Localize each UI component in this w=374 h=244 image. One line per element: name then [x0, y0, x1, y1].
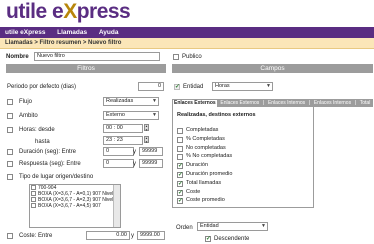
periodo-input[interactable]: 0 [138, 82, 164, 91]
tipo-lugar-label: Tipo de lugar origen/destino [19, 174, 94, 180]
list-item-checkbox[interactable] [31, 197, 36, 202]
orden-label: Orden [176, 225, 193, 231]
ambito-label: Ambito [19, 113, 38, 119]
publico-checkbox[interactable] [173, 54, 179, 60]
orden-select[interactable]: Entidad ▼ [197, 222, 268, 231]
menu-bar: utile eXpress Llamadas Ayuda [0, 27, 374, 38]
app-logo: utile eXpress [6, 0, 131, 23]
duracion-min-input[interactable]: 0 [103, 147, 134, 156]
chevron-down-icon: ▼ [152, 112, 157, 118]
field-checkbox[interactable] [177, 162, 183, 170]
respuesta-y-label: y [133, 161, 136, 167]
campos-panel: Realizadas, destinos externos Completada… [172, 107, 314, 208]
list-item[interactable]: BOXA (X=3,6,7 - A=4,5) 907 [30, 203, 120, 209]
tab-enlaces-externos-1[interactable]: Enlaces Externos [172, 99, 218, 107]
field-checkbox[interactable] [177, 136, 183, 143]
field-label: Duración promedio [186, 171, 233, 177]
horas-hasta-spinner[interactable]: ▲ ▼ [144, 136, 149, 143]
field-checkbox[interactable] [177, 189, 183, 196]
tab-enlaces-internos-2[interactable]: Enlaces Internos [313, 99, 352, 107]
respuesta-label: Respuesta (seg): Entre [19, 161, 81, 167]
chevron-down-icon: ▼ [152, 98, 157, 104]
coste-min-input[interactable]: 0.00 [86, 231, 130, 240]
entidad-checkbox [174, 83, 180, 90]
nombre-input[interactable]: Nuevo filtro [34, 52, 160, 61]
duracion-max-input[interactable]: 99999 [139, 147, 163, 156]
field-label: No completadas [186, 144, 226, 151]
horas-desde-spinner[interactable]: ▲ ▼ [144, 124, 149, 131]
menu-item-utile-express[interactable]: utile eXpress [5, 29, 45, 36]
coste-label: Coste: Entre [19, 233, 53, 239]
menu-item-ayuda[interactable]: Ayuda [99, 29, 119, 36]
ambito-checkbox[interactable] [7, 113, 13, 119]
chevron-down-icon: ▼ [266, 83, 271, 89]
respuesta-min-input[interactable]: 0 [103, 159, 134, 168]
tab-separator: | [262, 100, 265, 106]
coste-y-label: y [131, 233, 134, 239]
descendente-checkbox[interactable] [205, 235, 211, 242]
field-label: Coste [186, 188, 201, 195]
entidad-label: Entidad [183, 84, 204, 90]
duracion-label: Duración (seg): Entre [19, 149, 77, 155]
ambito-select[interactable]: Externo ▼ [103, 111, 159, 120]
field-checkbox[interactable] [177, 128, 183, 134]
field-label: % Completadas [186, 135, 225, 142]
tipo-lugar-list[interactable]: 700-904 BOXA (X=3,6,7 - A=0,1) 907 Nivel… [29, 184, 121, 228]
tab-separator: | [354, 100, 357, 106]
field-checkbox[interactable] [177, 197, 183, 205]
duracion-checkbox[interactable] [7, 149, 13, 155]
list-item-checkbox[interactable] [31, 191, 36, 196]
field-label: Coste promedio [186, 197, 225, 204]
horas-checkbox[interactable] [7, 127, 13, 133]
respuesta-checkbox[interactable] [7, 161, 13, 167]
tab-total[interactable]: Total [359, 99, 372, 107]
field-label: % No completadas [186, 153, 233, 160]
horas-hasta-input[interactable]: 23 : 23 [103, 136, 143, 145]
duracion-y-label: y [133, 149, 136, 155]
flujo-label: Flujo [19, 99, 33, 105]
chevron-down-icon: ▼ [261, 223, 266, 229]
filtros-header: Filtros [6, 64, 166, 73]
list-item-checkbox[interactable] [31, 203, 36, 208]
publico-label: Publico [182, 54, 202, 60]
entidad-select[interactable]: Horas ▼ [212, 82, 273, 91]
coste-checkbox[interactable] [7, 233, 13, 239]
campos-header: Campos [172, 64, 373, 73]
tab-enlaces-internos-1[interactable]: Enlaces Internos [267, 99, 306, 107]
field-label: Total llamadas [186, 179, 222, 186]
hasta-label: hasta [35, 139, 50, 145]
field-checkbox[interactable] [177, 180, 183, 187]
field-checkbox[interactable] [177, 154, 183, 161]
field-label: Completadas [186, 127, 219, 133]
list-scrollbar[interactable] [113, 185, 120, 227]
flujo-select[interactable]: Realizadas ▼ [103, 97, 159, 106]
list-item-checkbox[interactable] [31, 185, 36, 190]
field-label: Duración [186, 162, 209, 169]
tab-separator: | [308, 100, 311, 106]
panel-title: Realizadas, destinos externos [177, 112, 256, 118]
tab-enlaces-externos-2[interactable]: Enlaces Externos [219, 99, 260, 107]
coste-max-input[interactable]: 9999.00 [137, 231, 165, 240]
periodo-label: Periodo por defecto (dias) [7, 84, 77, 90]
field-checkbox[interactable] [177, 171, 183, 178]
horas-desde-input[interactable]: 00 : 00 [103, 124, 143, 133]
nombre-label: Nombre [6, 54, 29, 60]
campos-tabs: Enlaces Externos Enlaces Externos | Enla… [172, 99, 373, 107]
flujo-checkbox[interactable] [7, 99, 13, 105]
breadcrumb: Llamadas > Filtro resumen > Nuevo filtro [0, 38, 374, 49]
descendente-label: Descendente [214, 236, 250, 242]
field-checkbox[interactable] [177, 145, 183, 152]
menu-item-llamadas[interactable]: Llamadas [57, 29, 87, 36]
horas-label: Horas: desde [19, 127, 55, 133]
respuesta-max-input[interactable]: 99999 [139, 159, 163, 168]
tipo-lugar-checkbox[interactable] [7, 174, 13, 180]
